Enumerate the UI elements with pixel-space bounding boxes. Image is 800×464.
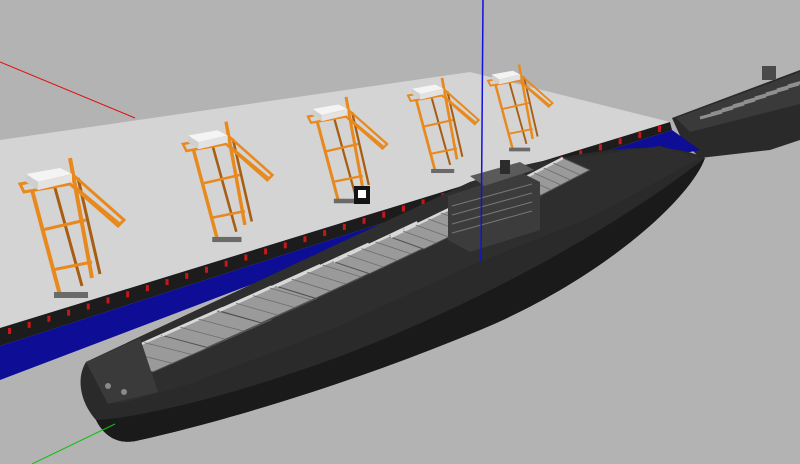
quay-fender — [303, 236, 307, 243]
quay-fender — [204, 266, 208, 273]
quay-fender — [67, 309, 71, 316]
quay-fender — [106, 297, 110, 304]
quay-fender — [244, 254, 248, 261]
quay-fender — [86, 303, 90, 310]
crane-base — [212, 236, 242, 243]
quay-fender — [8, 328, 11, 334]
quay-fender — [185, 272, 189, 279]
quay-fender — [342, 223, 346, 230]
quay-fender — [323, 230, 327, 237]
quay-fender — [638, 132, 642, 139]
funnel — [500, 160, 510, 174]
bow-winch — [105, 383, 111, 389]
bow-winch — [121, 389, 127, 395]
quay-fender — [145, 285, 149, 292]
crane-base — [509, 147, 531, 152]
quay-fender — [224, 260, 228, 267]
3d-viewport[interactable] — [0, 0, 800, 464]
far-ship-bridge — [762, 66, 776, 80]
quay-fender — [283, 242, 287, 249]
quay-fender — [401, 205, 405, 212]
quay-sign-face — [358, 190, 366, 198]
quay-fender — [362, 217, 366, 224]
crane-base — [431, 168, 455, 174]
scene-canvas[interactable] — [0, 0, 800, 464]
quay-fender — [598, 144, 602, 151]
quay-fender — [126, 291, 130, 298]
quay-fender — [618, 138, 622, 145]
quay-fender — [264, 248, 268, 255]
quay-fender — [165, 279, 169, 286]
quay-fender — [658, 126, 661, 132]
quay-fender — [27, 321, 31, 328]
quay-fender — [47, 315, 51, 322]
quay-fender — [382, 211, 386, 218]
crane-base — [54, 292, 88, 298]
